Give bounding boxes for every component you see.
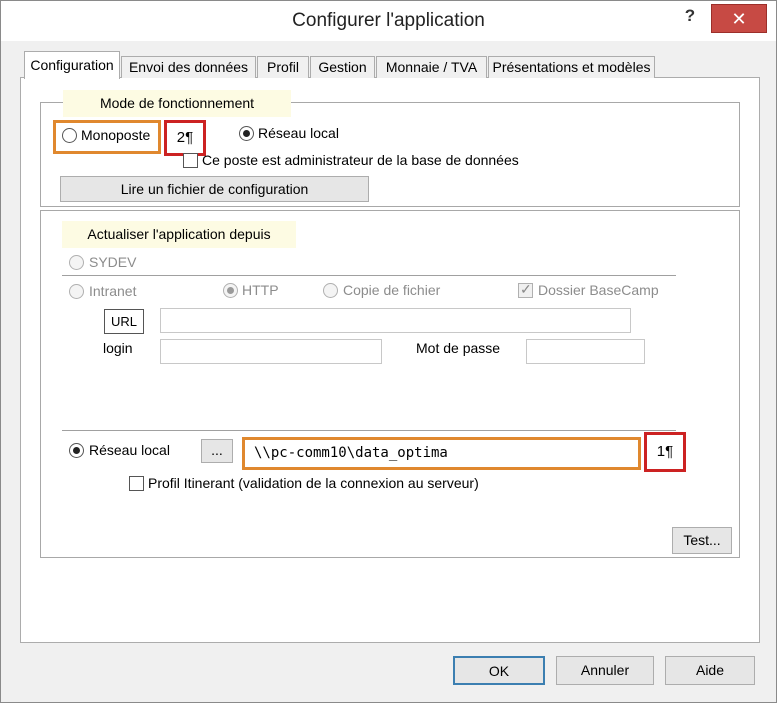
close-icon: ✕ [731,9,747,29]
update-legend: Actualiser l'application depuis [62,221,296,248]
help-icon[interactable]: ? [680,6,700,30]
reseau-local-mode-radio[interactable] [239,126,254,141]
reseau-local-update-radio[interactable] [69,443,84,458]
separator-bottom [62,430,676,431]
profil-itinerant-label: Profil Itinerant (validation de la conne… [148,475,479,491]
monoposte-radio[interactable] [62,128,77,143]
login-label: login [103,340,133,356]
help-button[interactable]: Aide [665,656,755,685]
password-label: Mot de passe [416,340,501,356]
copie-fichier-radio[interactable] [323,283,338,298]
monoposte-label: Monoposte [81,127,151,143]
tab-configuration[interactable]: Configuration [24,51,120,79]
dossier-basecamp-label: Dossier BaseCamp [538,282,659,298]
close-button[interactable]: ✕ [711,4,767,33]
update-group [40,210,740,558]
http-radio[interactable] [223,283,238,298]
url-label: URL [104,309,144,334]
mode-legend: Mode de fonctionnement [63,90,291,117]
cancel-button[interactable]: Annuler [556,656,654,685]
read-config-button[interactable]: Lire un fichier de configuration [60,176,369,202]
admin-checkbox[interactable] [183,153,198,168]
tab-envoi-des-donnees[interactable]: Envoi des données [121,56,256,78]
dossier-basecamp-checkbox[interactable] [518,281,533,298]
browse-button[interactable]: ... [201,439,233,463]
admin-label: Ce poste est administrateur de la base d… [202,152,519,168]
ok-button[interactable]: OK [453,656,545,685]
url-input[interactable] [160,308,631,333]
login-input[interactable] [160,339,382,364]
copie-fichier-label: Copie de fichier [343,282,441,298]
sydev-label: SYDEV [89,254,137,270]
intranet-label: Intranet [89,283,137,299]
test-button[interactable]: Test... [672,527,732,554]
annotation-marker-1: 1¶ [644,432,686,472]
password-input[interactable] [526,339,645,364]
profil-itinerant-checkbox[interactable] [129,476,144,491]
reseau-local-update-label: Réseau local [89,442,170,458]
sydev-radio[interactable] [69,255,84,270]
http-label: HTTP [242,282,279,298]
tab-profil[interactable]: Profil [257,56,309,78]
network-path-input[interactable]: \\pc-comm10\data_optima [242,437,641,470]
tab-presentations-et-modeles[interactable]: Présentations et modèles [488,56,655,78]
separator-top [62,275,676,276]
intranet-radio[interactable] [69,284,84,299]
tab-gestion[interactable]: Gestion [310,56,375,78]
annotation-marker-2: 2¶ [164,120,206,156]
window-title: Configurer l'application [292,10,485,31]
tab-monnaie-tva[interactable]: Monnaie / TVA [376,56,487,78]
reseau-local-mode-label: Réseau local [258,125,339,141]
